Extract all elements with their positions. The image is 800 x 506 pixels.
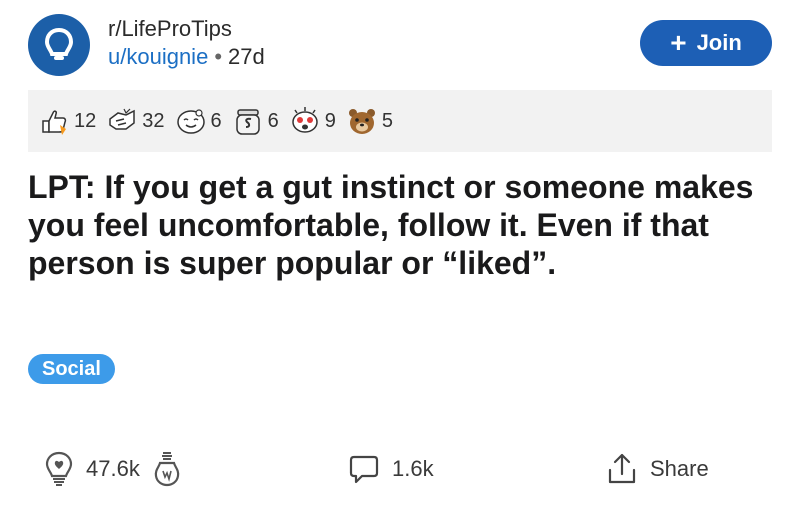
comment-icon <box>349 455 379 484</box>
comments-button[interactable]: 1.6k <box>348 444 434 494</box>
award-item[interactable]: 6 <box>232 105 279 137</box>
post-flair[interactable]: Social <box>28 354 115 384</box>
award-item[interactable]: 9 <box>289 105 336 137</box>
awards-bar[interactable]: 12 32 6 6 9 5 <box>28 90 772 152</box>
award-count: 12 <box>74 109 97 132</box>
helpful-hands-award-icon <box>109 108 135 130</box>
upvote-lightbulb-icon[interactable] <box>44 451 74 487</box>
meta-separator: • <box>214 44 223 69</box>
comment-count: 1.6k <box>392 456 434 481</box>
subreddit-name[interactable]: r/LifeProTips <box>108 16 265 42</box>
post-age: 27d <box>228 44 265 69</box>
subreddit-avatar[interactable] <box>28 14 90 76</box>
award-item[interactable]: 32 <box>106 105 165 137</box>
share-label: Share <box>650 456 709 481</box>
join-button[interactable]: + Join <box>640 20 772 66</box>
vote-count: 47.6k <box>86 456 140 481</box>
share-button[interactable]: Share <box>606 444 709 494</box>
plus-icon: + <box>670 27 687 58</box>
award-item[interactable]: 5 <box>346 105 393 137</box>
vote-control: 47.6k <box>44 444 180 494</box>
award-count: 6 <box>267 109 279 132</box>
silver-jar-award-icon <box>235 109 260 135</box>
author-line: u/kouignie • 27d <box>108 42 265 72</box>
award-count: 9 <box>324 109 336 132</box>
wholesome-face-award-icon <box>176 109 205 134</box>
thumbs-up-award-icon <box>42 110 67 135</box>
post-meta: r/LifeProTips u/kouignie • 27d <box>108 16 265 72</box>
award-item[interactable]: 6 <box>175 105 222 137</box>
bear-award-icon <box>348 109 375 134</box>
post-title[interactable]: LPT: If you get a gut instinct or someon… <box>28 168 768 282</box>
lightbulb-icon <box>44 27 74 60</box>
post-header: r/LifeProTips u/kouignie • 27d + Join <box>28 14 772 76</box>
share-icon <box>608 453 636 484</box>
award-count: 32 <box>142 109 165 132</box>
downvote-lightbulb-icon[interactable] <box>154 451 180 487</box>
join-label: Join <box>696 30 742 55</box>
award-count: 6 <box>210 109 222 132</box>
starstruck-award-icon <box>292 107 318 133</box>
award-item[interactable]: 12 <box>38 105 96 137</box>
author-name[interactable]: u/kouignie <box>108 44 208 69</box>
post-actions-bar: 47.6k 1.6k Share <box>28 444 772 494</box>
award-count: 5 <box>381 109 393 132</box>
